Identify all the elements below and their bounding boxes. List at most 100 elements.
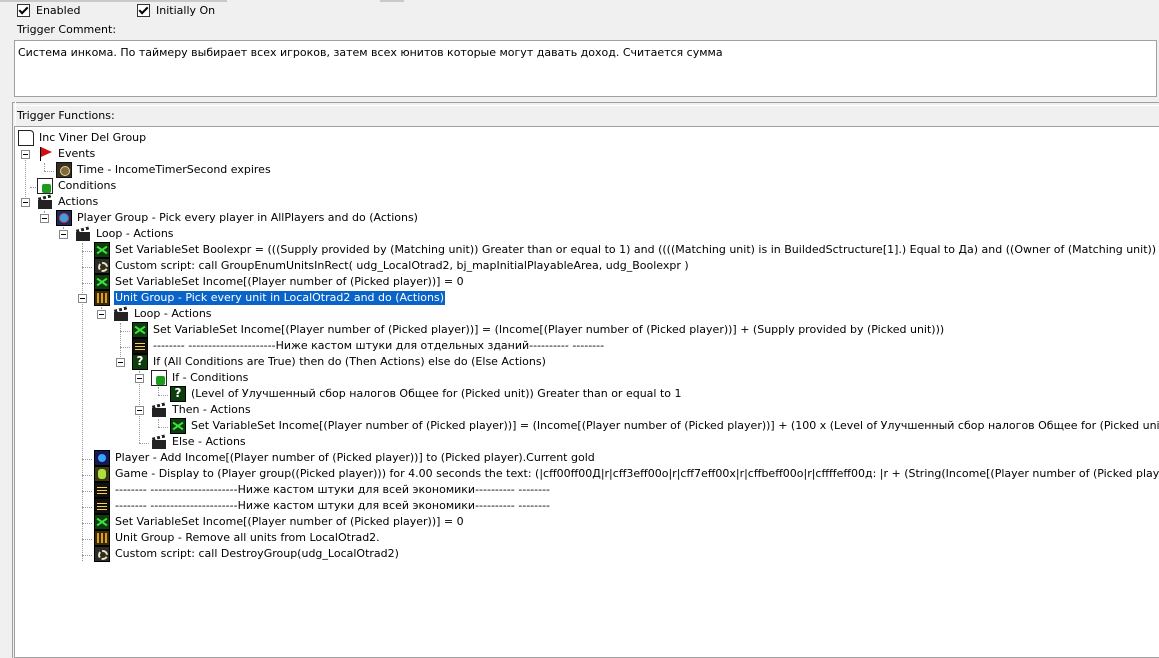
tree-row-actions[interactable]: Actions (37, 194, 99, 210)
tree-line (158, 395, 168, 396)
expand-toggle-player-group[interactable] (40, 214, 49, 223)
tree-row-custom-script-destroy[interactable]: Custom script: call DestroyGroup(udg_Loc… (94, 546, 400, 562)
row-label: Else - Actions (172, 435, 246, 448)
tree-line (82, 539, 92, 540)
tree-row-unit-loop-actions[interactable]: Loop - Actions (113, 306, 213, 322)
tree-row-events[interactable]: Events (37, 146, 96, 162)
tree-row-unit-group-remove[interactable]: Unit Group - Remove all units from Local… (94, 530, 381, 546)
tree-row-set-income-supply[interactable]: Set VariableSet Income[(Player number of… (132, 322, 945, 338)
row-label: Set VariableSet Boolexpr = (((Supply pro… (115, 243, 1159, 256)
tree-line (82, 283, 92, 284)
initially-on-label: Initially On (156, 3, 216, 17)
row-label: Actions (58, 195, 99, 208)
expand-toggle-then-actions[interactable] (135, 406, 144, 415)
tree-row-if[interactable]: If (All Conditions are True) then do (Th… (132, 354, 547, 370)
trigger-document-icon (18, 130, 34, 146)
else-clapper-icon (151, 434, 167, 450)
tree-line (82, 523, 92, 524)
tree-row-then-actions[interactable]: Then - Actions (151, 402, 252, 418)
tree-row-trigger[interactable]: Inc Viner Del Group (18, 130, 147, 146)
tree-line (120, 331, 130, 332)
row-label: Custom script: call DestroyGroup(udg_Loc… (115, 547, 399, 560)
tree-line (82, 555, 92, 556)
trigger-comment-box[interactable]: Система инкома. По таймеру выбирает всех… (14, 40, 1157, 97)
conditions-icon (151, 370, 167, 386)
timer-icon (56, 162, 72, 178)
tree-line (82, 491, 92, 492)
loop-clapper-icon (113, 306, 129, 322)
expand-toggle-events[interactable] (21, 150, 30, 159)
trigger-functions-label: Trigger Functions: (17, 109, 115, 122)
expand-toggle-loop-actions[interactable] (59, 230, 68, 239)
set-variable-icon (94, 274, 110, 290)
tree-row-game-display[interactable]: Game - Display to (Player group((Picked … (94, 466, 1159, 482)
tree-row-player-add-gold[interactable]: Player - Add Income[(Player number of (P… (94, 450, 596, 466)
enabled-check-box[interactable] (17, 3, 30, 17)
player-icon (94, 450, 110, 466)
tree-row-then-set-income[interactable]: Set VariableSet Income[(Player number of… (170, 418, 1159, 434)
row-label: If (All Conditions are True) then do (Th… (153, 355, 546, 368)
tree-row-comment-buildings[interactable]: -------- ----------------------Ниже каст… (132, 338, 605, 354)
custom-script-gear-icon (94, 546, 110, 562)
set-variable-icon (94, 514, 110, 530)
tree-line (82, 251, 92, 252)
tree-row-comment-economy-2[interactable]: -------- ----------------------Ниже каст… (94, 498, 551, 514)
top-tab-1 (0, 0, 227, 2)
tree-row-comment-economy-1[interactable]: -------- ----------------------Ниже каст… (94, 482, 551, 498)
row-label: Conditions (58, 179, 117, 192)
row-label: Unit Group - Remove all units from Local… (115, 531, 380, 544)
enabled-checkbox[interactable]: Enabled (17, 3, 80, 17)
unit-group-icon (94, 290, 110, 306)
tree-line (120, 323, 121, 363)
horizontal-separator (12, 102, 1159, 106)
tree-row-conditions[interactable]: Conditions (37, 178, 117, 194)
top-strip (0, 0, 1159, 2)
expand-toggle-if[interactable] (116, 358, 125, 367)
row-label: -------- ----------------------Ниже каст… (115, 483, 551, 496)
tree-line (158, 427, 168, 428)
custom-script-gear-icon (94, 258, 110, 274)
trigger-comment-text: Система инкома. По таймеру выбирает всех… (18, 46, 723, 59)
expand-toggle-actions[interactable] (21, 198, 30, 207)
conditions-icon (37, 178, 53, 194)
tree-row-set-income-reset[interactable]: Set VariableSet Income[(Player number of… (94, 514, 465, 530)
tree-line (82, 459, 92, 460)
expand-toggle-if-conditions[interactable] (135, 374, 144, 383)
expand-toggle-unit-loop-actions[interactable] (97, 310, 106, 319)
tree-row-if-conditions[interactable]: If - Conditions (151, 370, 249, 386)
expand-toggle-unit-group[interactable] (78, 294, 87, 303)
initially-on-checkbox[interactable]: Initially On (137, 3, 215, 17)
set-variable-icon (170, 418, 186, 434)
comment-icon (132, 338, 148, 354)
then-clapper-icon (151, 402, 167, 418)
row-label: Player - Add Income[(Player number of (P… (115, 451, 595, 464)
tree-line (82, 507, 92, 508)
trigger-functions-tree[interactable]: Inc Viner Del Group Events Time - Income… (14, 126, 1159, 658)
game-display-icon (94, 466, 110, 482)
tree-row-custom-script-enum[interactable]: Custom script: call GroupEnumUnitsInRect… (94, 258, 690, 274)
row-label: (Level of Улучшенный сбор налогов Общее … (191, 387, 682, 400)
tree-line (25, 155, 26, 203)
trigger-comment-label: Trigger Comment: (17, 23, 117, 36)
tree-row-unit-group[interactable]: Unit Group - Pick every unit in LocalOtr… (94, 290, 446, 306)
unit-group-icon (94, 530, 110, 546)
tree-row-set-income-zero[interactable]: Set VariableSet Income[(Player number of… (94, 274, 465, 290)
row-label: Inc Viner Del Group (39, 131, 147, 144)
tree-row-event-timer[interactable]: Time - IncomeTimerSecond expires (56, 162, 272, 178)
loop-clapper-icon (75, 226, 91, 242)
tree-line (120, 347, 130, 348)
condition-icon (170, 386, 186, 402)
tree-line (82, 267, 92, 268)
tree-row-set-boolexpr[interactable]: Set VariableSet Boolexpr = (((Supply pro… (94, 242, 1159, 258)
row-label: Custom script: call GroupEnumUnitsInRect… (115, 259, 689, 272)
top-tab-2 (380, 0, 404, 2)
tree-row-else-actions[interactable]: Else - Actions (151, 434, 247, 450)
comment-icon (94, 482, 110, 498)
tree-line (44, 163, 45, 171)
initially-on-check-box[interactable] (137, 3, 150, 17)
tree-row-player-group[interactable]: Player Group - Pick every player in AllP… (56, 210, 419, 226)
tree-line (158, 419, 159, 427)
tree-row-if-condition-level[interactable]: (Level of Улучшенный сбор налогов Общее … (170, 386, 683, 402)
tree-row-loop-actions[interactable]: Loop - Actions (75, 226, 175, 242)
row-label: Set VariableSet Income[(Player number of… (115, 515, 464, 528)
